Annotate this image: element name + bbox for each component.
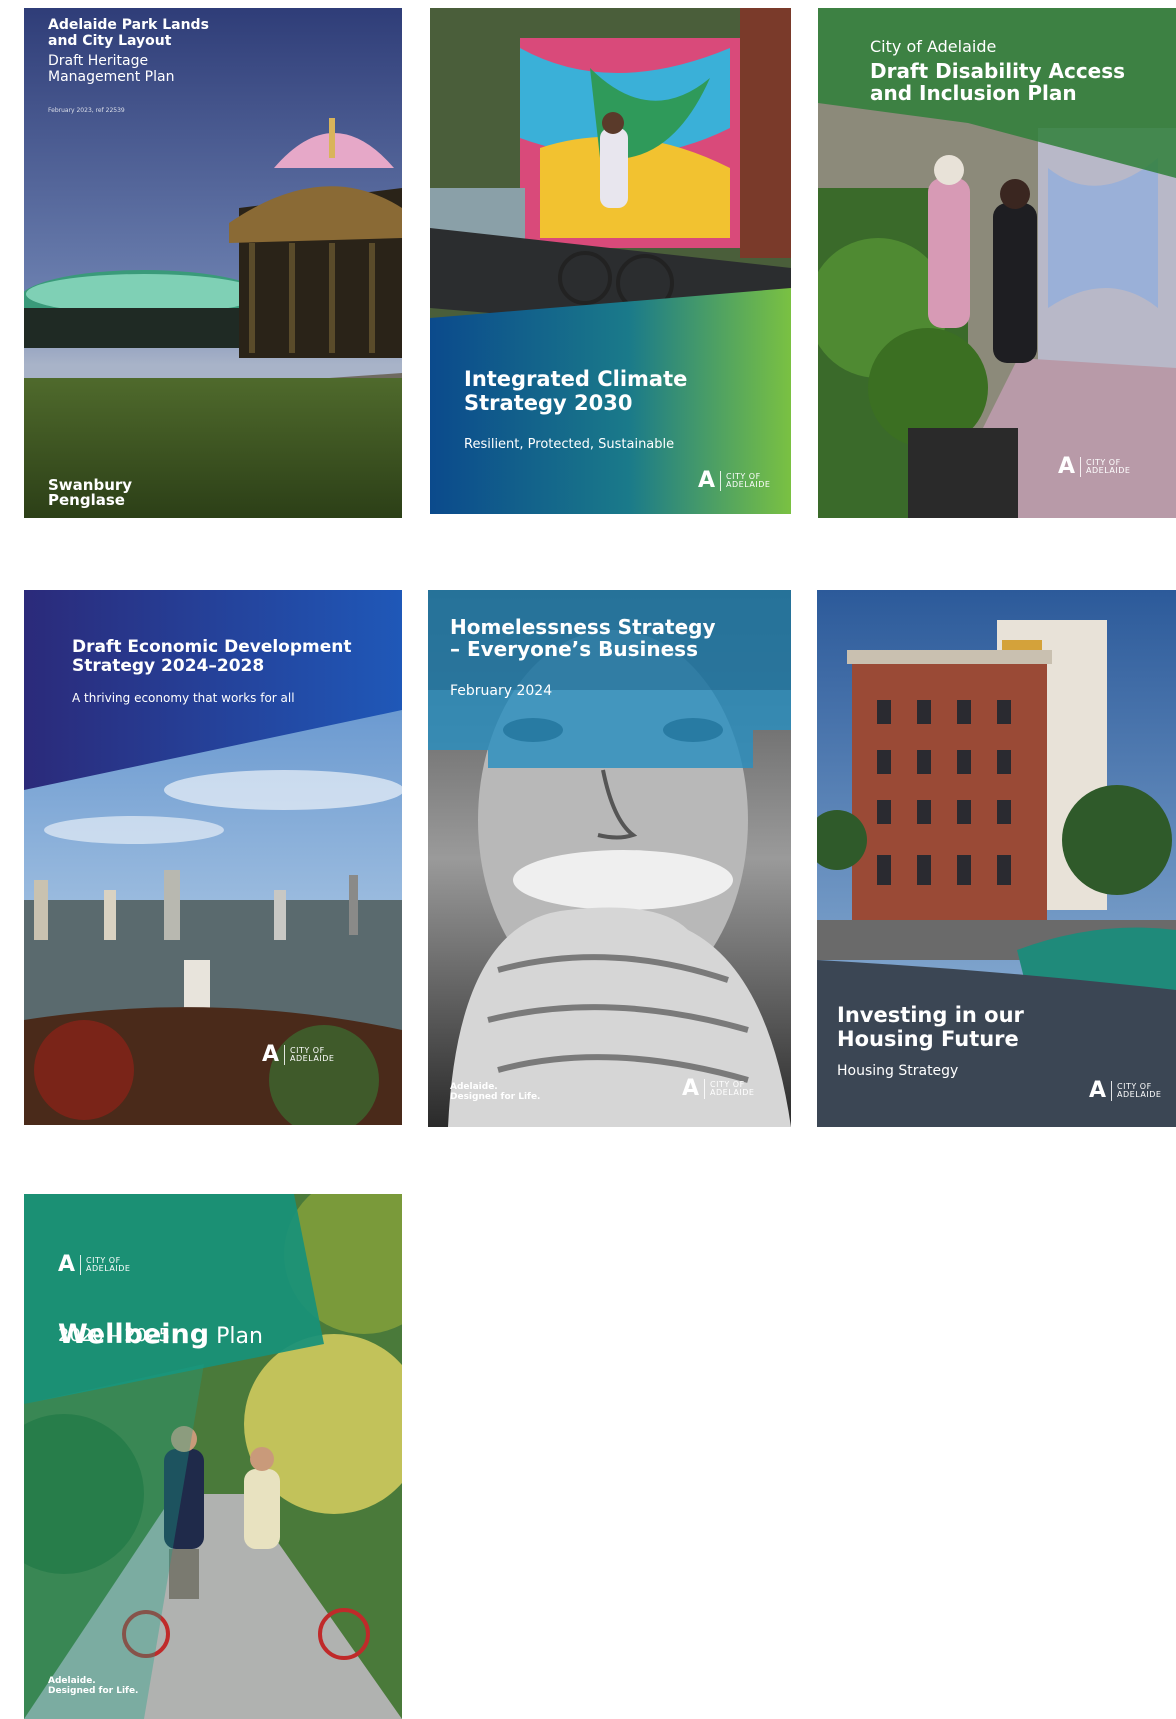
cover-disability-kicker: City of Adelaide xyxy=(870,37,997,56)
cover-housing-logo: A CITY OF ADELAIDE xyxy=(1089,1078,1162,1103)
cover-climate-logo: A CITY OF ADELAIDE xyxy=(698,468,771,493)
cover-economic-title: Draft Economic Development Strategy 2024… xyxy=(72,637,352,677)
cover-homelessness-image xyxy=(428,590,791,1127)
cover-heritage-subtitle: Draft Heritage Management Plan xyxy=(48,53,175,85)
cover-wellbeing-logo: A CITY OF ADELAIDE xyxy=(58,1252,131,1277)
cover-housing-title: Investing in our Housing Future xyxy=(837,1003,1024,1051)
cover-homelessness-logo: A CITY OF ADELAIDE xyxy=(682,1076,755,1101)
cover-economic-subtitle: A thriving economy that works for all xyxy=(72,691,295,705)
cover-climate-title: Integrated Climate Strategy 2030 xyxy=(464,367,688,415)
cover-heritage-date: February 2023, ref 22539 xyxy=(48,107,125,114)
cover-economic-development-strategy[interactable]: Draft Economic Development Strategy 2024… xyxy=(24,590,402,1125)
cover-homelessness-title: Homelessness Strategy – Everyone’s Busin… xyxy=(450,615,716,662)
cover-disability-logo: A CITY OF ADELAIDE xyxy=(1058,454,1131,479)
cover-climate-subtitle: Resilient, Protected, Sustainable xyxy=(464,437,675,452)
cover-heritage-title: Adelaide Park Lands and City Layout xyxy=(48,17,209,49)
cover-wellbeing-title-light: Plan xyxy=(209,1324,263,1350)
cover-disability-access-plan[interactable]: City of Adelaide Draft Disability Access… xyxy=(818,8,1176,518)
cover-housing-strategy[interactable]: Investing in our Housing Future Housing … xyxy=(817,590,1176,1127)
cover-disability-title: Draft Disability Access and Inclusion Pl… xyxy=(870,59,1126,106)
cover-wellbeing-years: 2020 – 2025 xyxy=(58,1325,171,1346)
cover-homelessness-strategy[interactable]: Homelessness Strategy – Everyone’s Busin… xyxy=(428,590,791,1127)
cover-housing-subtitle: Housing Strategy xyxy=(837,1063,959,1079)
cover-heritage-publisher: Swanbury Penglase xyxy=(48,476,133,509)
cover-homelessness-tagline: Adelaide. Designed for Life. xyxy=(450,1082,541,1103)
cover-wellbeing-tagline: Adelaide. Designed for Life. xyxy=(48,1676,139,1697)
cover-integrated-climate-strategy[interactable]: Integrated Climate Strategy 2030 Resilie… xyxy=(430,8,791,514)
cover-homelessness-date: February 2024 xyxy=(450,683,553,699)
cover-economic-logo: A CITY OF ADELAIDE xyxy=(262,1042,335,1067)
cover-heritage-management-plan[interactable]: Adelaide Park Lands and City Layout Draf… xyxy=(24,8,402,518)
cover-wellbeing-plan[interactable]: A CITY OF ADELAIDE Wellbeing Plan 2020 – … xyxy=(24,1194,402,1719)
